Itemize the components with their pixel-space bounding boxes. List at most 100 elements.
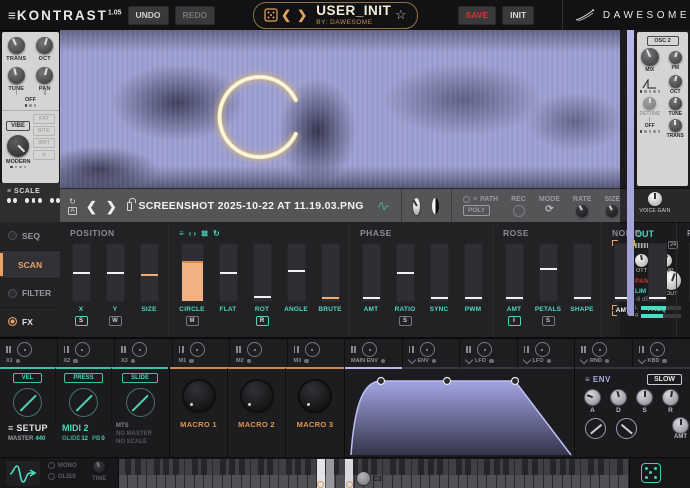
mono-toggle[interactable]: MONO xyxy=(48,462,77,469)
osc2-wave-dots[interactable] xyxy=(640,90,661,93)
osc2-off-dots[interactable] xyxy=(640,130,661,133)
release-knob[interactable] xyxy=(663,390,678,405)
slider-x[interactable] xyxy=(72,243,91,302)
mod-slot-rnd[interactable]: RND xyxy=(575,339,633,367)
slider-size[interactable] xyxy=(140,243,159,302)
size-knob[interactable] xyxy=(606,205,618,217)
menu-icon[interactable]: ≡ xyxy=(179,229,184,238)
slider-rot[interactable] xyxy=(253,243,272,302)
env-curve-dial-1[interactable] xyxy=(585,418,606,439)
mts-label[interactable]: MTS xyxy=(116,423,170,429)
slider-shape[interactable] xyxy=(573,243,592,302)
press-curve-dial[interactable] xyxy=(69,388,98,417)
mod-slot-x1[interactable]: X1 xyxy=(0,339,58,367)
mod-dial[interactable] xyxy=(535,342,550,357)
pan-knob[interactable] xyxy=(36,67,53,84)
vel-curve-dial[interactable] xyxy=(13,388,42,417)
mod-dial[interactable] xyxy=(247,342,262,357)
master-tuning-value[interactable]: 440 xyxy=(35,436,45,442)
macro1-cell[interactable]: MACRO 1 xyxy=(170,367,228,457)
mod-slot-lfo1[interactable]: LFO xyxy=(460,339,518,367)
oct-knob[interactable] xyxy=(36,37,53,54)
sample-filename[interactable]: SCREENSHOT 2025-10-22 AT 11.19.03.PNG xyxy=(138,200,363,212)
poly-badge[interactable]: POLY xyxy=(463,205,490,216)
scale-section[interactable]: ≡ SCALE xyxy=(0,183,60,223)
macro2-cell[interactable]: MACRO 2 xyxy=(228,367,286,457)
vibe-bite-button[interactable]: BITE xyxy=(33,126,55,136)
undo-button[interactable]: UNDO xyxy=(128,6,169,25)
mod-slot-lfo2[interactable]: LFO xyxy=(518,339,576,367)
slider-sync[interactable] xyxy=(430,243,449,302)
pb-value[interactable]: 0 xyxy=(101,436,104,442)
env-node-decay[interactable] xyxy=(444,378,451,385)
favorite-star-icon[interactable]: ☆ xyxy=(395,7,407,23)
env-curve-dial-2[interactable] xyxy=(616,418,637,439)
rotate-icon[interactable]: ↻ xyxy=(213,229,220,238)
randomize-dice-button[interactable] xyxy=(641,463,661,483)
arrows-icon[interactable]: ‹ › xyxy=(189,229,197,238)
macro3-cell[interactable]: MACRO 3 xyxy=(286,367,344,457)
mod-dial[interactable] xyxy=(190,342,205,357)
slow-button[interactable]: SLOW xyxy=(647,374,682,385)
osc2-trans-knob[interactable] xyxy=(669,119,682,132)
voice-gain-knob[interactable] xyxy=(648,192,662,206)
mod-dial[interactable] xyxy=(75,342,90,357)
next-preset-icon[interactable]: ❯ xyxy=(297,9,307,21)
lfo-wave-button[interactable] xyxy=(6,461,40,486)
nav-item-seq[interactable]: SEQ xyxy=(0,222,60,251)
mod-dial[interactable] xyxy=(362,342,377,357)
mix-knob[interactable] xyxy=(641,48,659,66)
chevron-down-icon[interactable] xyxy=(465,356,473,364)
seq-radio-icon[interactable] xyxy=(8,231,17,240)
slider-pwm[interactable] xyxy=(464,243,483,302)
slider-ratio[interactable] xyxy=(396,243,415,302)
slide-cell[interactable]: SLIDE xyxy=(112,367,168,423)
vibe-8bit-button[interactable]: 8BIT xyxy=(33,138,55,148)
midi-mode[interactable]: MIDI 2 xyxy=(62,423,116,433)
slider-y[interactable] xyxy=(106,243,125,302)
env-node-attack[interactable] xyxy=(378,378,385,385)
mod-slot-m1[interactable]: M1 xyxy=(173,339,231,367)
mod-dial[interactable] xyxy=(650,342,665,357)
vel-cell[interactable]: VEL xyxy=(0,367,56,423)
slider-freq[interactable] xyxy=(648,243,667,302)
save-button[interactable]: SAVE xyxy=(458,6,497,25)
prev-sample-icon[interactable]: ❮ xyxy=(86,200,97,213)
decay-knob[interactable] xyxy=(611,390,626,405)
rate-knob[interactable] xyxy=(576,205,588,217)
black-keys[interactable] xyxy=(119,459,629,488)
time-knob[interactable] xyxy=(93,461,105,473)
init-button[interactable]: INIT xyxy=(502,6,534,25)
mod-dial[interactable] xyxy=(420,342,435,357)
chevron-down-icon[interactable] xyxy=(580,356,588,364)
vibe-fat-button[interactable]: FAT xyxy=(33,114,55,124)
dice-icon[interactable]: ⊠ xyxy=(201,229,208,238)
press-cell[interactable]: PRESS xyxy=(56,367,112,423)
path-menu-icon[interactable]: ≡ xyxy=(473,196,477,203)
slider-phase-amt[interactable] xyxy=(362,243,381,302)
loop-auto-icon[interactable]: ↻A xyxy=(68,198,77,215)
lock-icon[interactable] xyxy=(127,202,133,211)
path-radio-icon[interactable] xyxy=(463,196,470,203)
vibe-mode-dots[interactable] xyxy=(6,166,30,169)
mod-slot-kbd[interactable]: KBD xyxy=(633,339,690,367)
attack-knob[interactable] xyxy=(585,390,600,405)
vibe-knob[interactable] xyxy=(7,135,29,157)
slide-label[interactable]: SLIDE xyxy=(122,373,158,383)
chevron-down-icon[interactable] xyxy=(407,356,415,364)
macro2-knob[interactable] xyxy=(242,381,272,411)
next-sample-icon[interactable]: ❯ xyxy=(106,200,117,213)
pm-knob[interactable] xyxy=(669,51,682,64)
setup-button[interactable]: ≡ SETUP xyxy=(8,423,62,433)
scale-keys-dots[interactable] xyxy=(7,198,60,203)
osc2-tune-knob[interactable] xyxy=(669,97,682,110)
saw-wave-icon[interactable] xyxy=(642,79,658,89)
mod-dial[interactable] xyxy=(592,342,607,357)
mod-dial[interactable] xyxy=(132,342,147,357)
trans-knob[interactable] xyxy=(8,37,25,54)
sustain-knob[interactable] xyxy=(637,390,652,405)
vibe-label[interactable]: VIBE xyxy=(6,121,30,131)
detune-knob[interactable] xyxy=(643,97,656,110)
root-note-handle[interactable] xyxy=(357,472,370,485)
env-node-release[interactable] xyxy=(512,378,519,385)
